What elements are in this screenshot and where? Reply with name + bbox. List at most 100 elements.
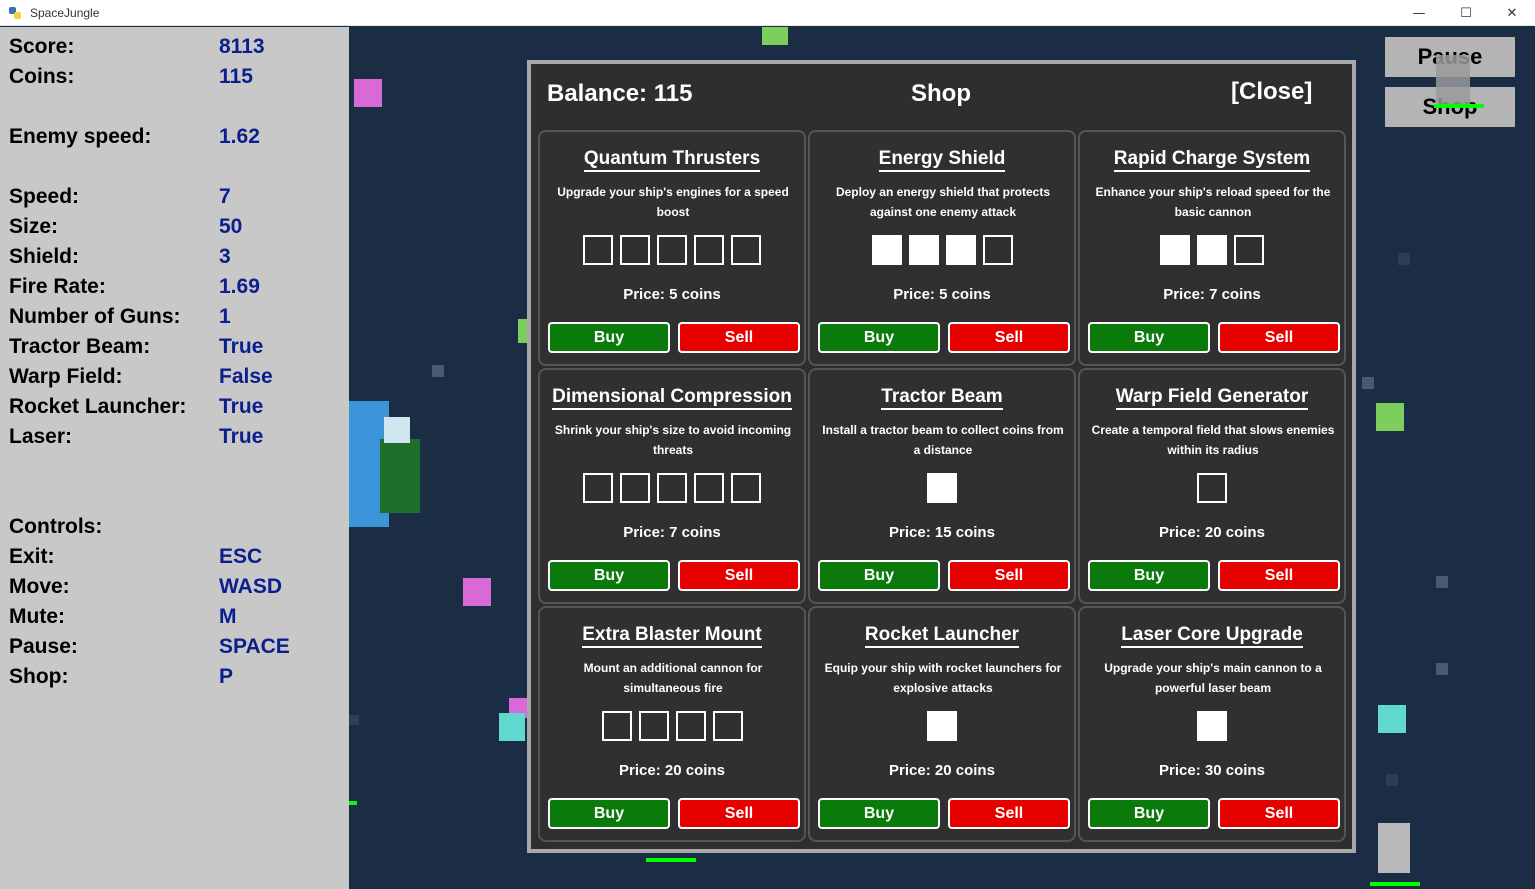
green-gem-sprite xyxy=(762,27,788,45)
buy-button[interactable]: Buy xyxy=(1088,322,1210,353)
star-dot xyxy=(1436,663,1448,675)
pink-gem-sprite xyxy=(354,79,382,107)
player-ship-sprite xyxy=(1436,55,1470,105)
level-box-empty xyxy=(638,711,669,741)
buy-button[interactable]: Buy xyxy=(1088,560,1210,591)
shop-item-name-text: Laser Core Upgrade xyxy=(1121,624,1303,648)
buy-button[interactable]: Buy xyxy=(818,560,940,591)
sell-button[interactable]: Sell xyxy=(678,322,800,353)
sell-button[interactable]: Sell xyxy=(1218,322,1340,353)
sell-button[interactable]: Sell xyxy=(1218,798,1340,829)
controls-heading: Controls: xyxy=(9,515,103,538)
level-box-empty xyxy=(583,235,613,265)
close-window-icon[interactable]: ✕ xyxy=(1489,0,1535,26)
stat-number-of-guns: Number of Guns: 1 xyxy=(9,305,231,328)
shop-item-description: Mount an additional cannon for simultane… xyxy=(583,661,763,695)
star-dot xyxy=(1362,377,1374,389)
shop-item-name: Dimensional Compression xyxy=(540,386,804,410)
cyan-gem-sprite xyxy=(499,713,525,741)
shop-item-name: Laser Core Upgrade xyxy=(1080,624,1344,648)
shop-item-rocket-launcher: Rocket Launcher Equip your ship with rock… xyxy=(808,606,1076,842)
asteroid-sprite xyxy=(1378,823,1410,873)
level-box-filled xyxy=(945,235,976,265)
stat-enemy-speed: Enemy speed: 1.62 xyxy=(9,125,260,148)
planet-highlight-sprite xyxy=(384,417,410,443)
level-box-empty xyxy=(712,711,743,741)
stat-fire-rate: Fire Rate: 1.69 xyxy=(9,275,260,298)
shop-item-name: Tractor Beam xyxy=(810,386,1074,410)
shop-item-name-text: Quantum Thrusters xyxy=(583,148,761,172)
shop-item-price: Price: 20 coins xyxy=(889,762,995,779)
sell-button[interactable]: Sell xyxy=(948,322,1070,353)
buy-button[interactable]: Buy xyxy=(1088,798,1210,829)
shop-item-price: Price: 20 coins xyxy=(1159,524,1265,541)
upgrade-level-indicator xyxy=(810,473,1074,503)
buy-button[interactable]: Buy xyxy=(548,798,670,829)
buy-button[interactable]: Buy xyxy=(548,322,670,353)
level-box-filled xyxy=(1197,235,1227,265)
buy-button[interactable]: Buy xyxy=(818,322,940,353)
window-title: SpaceJungle xyxy=(30,5,100,20)
star-dot xyxy=(1436,576,1448,588)
level-box-empty xyxy=(1234,235,1264,265)
shop-item-description: Equip your ship with rocket launchers fo… xyxy=(824,661,1062,695)
level-box-empty xyxy=(657,473,687,503)
upgrade-level-indicator xyxy=(1080,711,1344,741)
minimize-icon[interactable]: — xyxy=(1396,0,1442,26)
health-bar xyxy=(646,858,696,862)
shop-close-button[interactable]: [Close] xyxy=(1231,78,1312,106)
level-box-filled xyxy=(1197,711,1227,741)
shop-item-name: Extra Blaster Mount xyxy=(540,624,804,648)
shop-item-price: Price: 5 coins xyxy=(893,286,991,303)
shop-item-description: Deploy an energy shield that protects ag… xyxy=(835,185,1051,219)
shop-item-description: Upgrade your ship's main cannon to a pow… xyxy=(1104,661,1322,695)
shop-item-description: Create a temporal field that slows enemi… xyxy=(1091,423,1335,457)
shop-item-name: Rapid Charge System xyxy=(1080,148,1344,172)
level-box-filled xyxy=(927,473,957,503)
upgrade-level-indicator xyxy=(1080,235,1344,265)
shop-item-quantum-thrusters: Quantum Thrusters Upgrade your ship's eng… xyxy=(538,130,806,366)
control-shop: Shop: P xyxy=(9,665,234,688)
shop-item-name: Energy Shield xyxy=(810,148,1074,172)
level-box-empty xyxy=(675,711,706,741)
shop-item-name-text: Rapid Charge System xyxy=(1113,148,1311,172)
level-box-empty xyxy=(694,473,724,503)
python-app-icon xyxy=(9,6,21,19)
shop-item-price: Price: 7 coins xyxy=(623,524,721,541)
level-box-empty xyxy=(583,473,613,503)
buy-button[interactable]: Buy xyxy=(818,798,940,829)
stat-tractor-beam: Tractor Beam: True xyxy=(9,335,264,358)
sell-button[interactable]: Sell xyxy=(1218,560,1340,591)
level-box-empty xyxy=(601,711,632,741)
sell-button[interactable]: Sell xyxy=(948,798,1070,829)
shop-header: Balance: 115 Shop [Close] xyxy=(531,64,1352,124)
stats-panel: Score: 8113 Coins: 115 Enemy speed: 1.62 Sp… xyxy=(0,27,349,889)
game-canvas[interactable]: Score: 8113 Coins: 115 Enemy speed: 1.62 Sp… xyxy=(0,27,1535,889)
shop-item-laser-core-upgrade: Laser Core Upgrade Upgrade your ship's ma… xyxy=(1078,606,1346,842)
shop-item-name-text: Rocket Launcher xyxy=(864,624,1020,648)
level-box-filled xyxy=(908,235,939,265)
shop-item-energy-shield: Energy Shield Deploy an energy shield tha… xyxy=(808,130,1076,366)
green-gem-sprite xyxy=(518,319,527,343)
upgrade-level-indicator xyxy=(810,711,1074,741)
sell-button[interactable]: Sell xyxy=(948,560,1070,591)
shop-item-warp-field-generator: Warp Field Generator Create a temporal fi… xyxy=(1078,368,1346,604)
star-dot xyxy=(349,715,359,725)
level-box-empty xyxy=(620,235,650,265)
level-box-filled xyxy=(871,235,902,265)
stat-score: Score: 8113 xyxy=(9,35,265,58)
control-exit: Exit: ESC xyxy=(9,545,263,568)
buy-button[interactable]: Buy xyxy=(548,560,670,591)
level-box-filled xyxy=(1160,235,1190,265)
shop-item-price: Price: 15 coins xyxy=(889,524,995,541)
shop-item-name-text: Tractor Beam xyxy=(881,386,1003,410)
star-dot xyxy=(1398,253,1410,265)
stat-rocket-launcher: Rocket Launcher: True xyxy=(9,395,264,418)
maximize-icon[interactable]: ☐ xyxy=(1443,0,1489,26)
stat-size: Size: 50 xyxy=(9,215,243,238)
sell-button[interactable]: Sell xyxy=(678,798,800,829)
sell-button[interactable]: Sell xyxy=(678,560,800,591)
shop-item-description: Shrink your ship's size to avoid incomin… xyxy=(554,423,792,457)
control-move: Move: WASD xyxy=(9,575,282,598)
shop-item-name-text: Warp Field Generator xyxy=(1115,386,1309,410)
